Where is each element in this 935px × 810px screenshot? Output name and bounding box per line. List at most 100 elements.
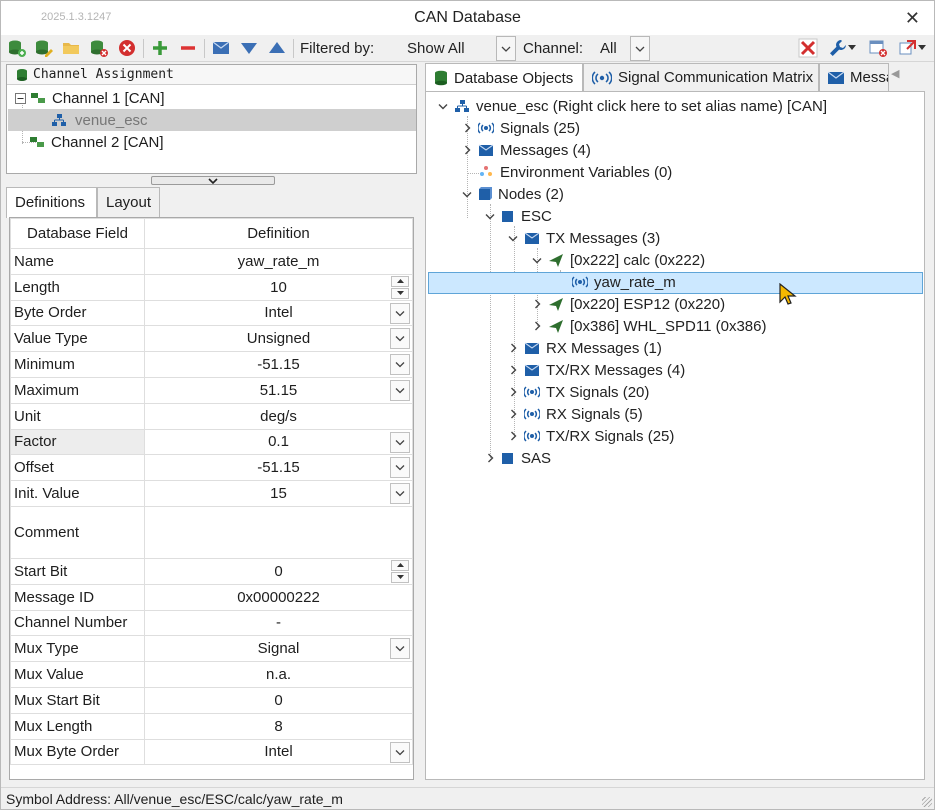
add-item-button[interactable] [149,37,171,59]
value-cell[interactable]: 8 [144,712,413,740]
export-menu-button[interactable] [895,37,929,59]
chevron-right-icon[interactable] [530,299,544,309]
chevron-right-icon[interactable] [506,365,520,375]
chevron-right-icon[interactable] [506,409,520,419]
edit-database-button[interactable] [33,37,55,59]
tab-database-objects[interactable]: Database Objects [425,63,583,92]
tree-node-messages[interactable]: Messages (4) [460,139,591,161]
tree-node-txrx-signals[interactable]: TX/RX Signals (25) [506,425,674,447]
tab-layout[interactable]: Layout [97,187,160,217]
chevron-down-icon[interactable] [390,638,410,660]
tree-node-nodes[interactable]: Nodes (2) [460,183,564,205]
channel-combo-value[interactable]: All [600,40,617,57]
tab-definitions[interactable]: Definitions [6,187,97,218]
filter-combo-value[interactable]: Show All [407,40,465,57]
tree-node-esc[interactable]: ESC [483,205,552,227]
tree-node-label: yaw_rate_m [594,273,676,291]
chevron-right-icon[interactable] [460,123,474,133]
chevron-right-icon[interactable] [460,145,474,155]
tab-messages[interactable]: Messa [819,63,889,91]
tab-signal-communication-matrix[interactable]: Signal Communication Matrix [583,63,819,91]
tree-node-root[interactable]: venue_esc (Right click here to set alias… [436,95,827,117]
tree-node-tx-signals[interactable]: TX Signals (20) [506,381,649,403]
value-cell[interactable]: Intel [144,738,413,766]
move-up-button[interactable] [266,37,288,59]
move-down-button[interactable] [238,37,260,59]
value-cell[interactable]: Signal [144,635,413,663]
channel-2-item[interactable]: Channel 2 [CAN] [29,131,164,153]
tree-node-rx-signals[interactable]: RX Signals (5) [506,403,643,425]
spin-down-icon[interactable] [391,571,409,583]
chevron-down-icon[interactable] [390,431,410,453]
venue-esc-item[interactable]: venue_esc [8,109,416,131]
value-cell[interactable]: - [144,609,413,637]
value-cell[interactable]: deg/s [144,402,413,430]
value-text: 51.15 [259,381,298,399]
chevron-down-icon[interactable] [483,213,497,220]
chevron-down-icon[interactable] [436,103,450,110]
chevron-right-icon[interactable] [506,387,520,397]
value-cell[interactable]: 10 [144,273,413,301]
clear-filter-button[interactable] [797,37,819,59]
tree-node-tx-messages[interactable]: TX Messages (3) [506,227,660,249]
tree-node-label: TX Messages (3) [546,229,661,247]
value-cell[interactable]: n.a. [144,661,413,688]
tree-node-esp12[interactable]: [0x220] ESP12 (0x220) [530,293,725,315]
tree-node-rx-messages[interactable]: RX Messages (1) [506,337,662,359]
tree-node-environment-variables[interactable]: Environment Variables (0) [474,161,672,183]
tree-node-yaw-rate-m[interactable]: yaw_rate_m [568,271,676,293]
value-cell[interactable]: -51.15 [144,351,413,378]
value-cell[interactable]: yaw_rate_m [144,248,413,275]
value-cell[interactable]: 0 [144,686,413,714]
chevron-down-icon[interactable] [506,235,520,242]
chevron-right-icon[interactable] [483,453,497,463]
filter-dropdown-button[interactable] [496,36,516,61]
tree-node-signals[interactable]: Signals (25) [460,117,580,139]
message-button[interactable] [210,37,232,59]
value-cell[interactable]: Unsigned [144,325,413,353]
chevron-right-icon[interactable] [506,431,520,441]
chevron-down-icon[interactable] [530,257,544,264]
start-bit-spinner[interactable] [391,559,409,583]
remove-item-button[interactable] [177,37,199,59]
chevron-down-icon[interactable] [390,379,410,401]
chevron-down-icon[interactable] [390,354,410,376]
remove-database-button[interactable] [88,37,110,59]
value-cell[interactable]: Intel [144,299,413,327]
value-cell[interactable]: 0 [144,557,413,585]
tree-node-txrx-messages[interactable]: TX/RX Messages (4) [506,359,685,381]
close-database-button[interactable] [867,37,889,59]
chevron-right-icon[interactable] [530,321,544,331]
delete-button[interactable] [116,37,138,59]
value-cell[interactable]: -51.15 [144,454,413,482]
value-cell[interactable]: 15 [144,480,413,507]
tree-node-sas[interactable]: SAS [483,447,551,469]
value-cell[interactable]: 0.1 [144,428,413,456]
chevron-down-icon[interactable] [390,328,410,350]
value-cell[interactable]: 51.15 [144,376,413,404]
chevron-right-icon[interactable] [506,343,520,353]
panel-splitter[interactable] [151,176,275,185]
spin-down-icon[interactable] [391,287,409,299]
value-cell[interactable]: 0x00000222 [144,583,413,611]
spin-up-icon[interactable] [391,559,409,571]
tools-menu-button[interactable] [825,37,859,59]
add-database-button[interactable] [6,37,28,59]
comment-cell[interactable] [144,505,413,559]
resize-grip-icon[interactable] [922,797,932,807]
open-folder-button[interactable] [60,37,82,59]
spin-up-icon[interactable] [391,275,409,287]
chevron-down-icon[interactable] [390,302,410,324]
channel-dropdown-button[interactable] [630,36,650,61]
chevron-down-icon[interactable] [390,741,410,763]
channel-1-item[interactable]: Channel 1 [CAN] [15,87,165,109]
close-icon[interactable]: ✕ [905,8,920,29]
chevron-down-icon[interactable] [390,483,410,505]
length-spinner[interactable] [391,275,409,299]
chevron-down-icon[interactable] [390,457,410,479]
chevron-down-icon[interactable] [460,191,474,198]
tree-node-calc[interactable]: [0x222] calc (0x222) [530,249,705,271]
tree-node-whl-spd11[interactable]: [0x386] WHL_SPD11 (0x386) [530,315,767,337]
cube-icon [502,453,513,464]
tab-scroll-left-icon[interactable]: ◀ [891,67,899,80]
